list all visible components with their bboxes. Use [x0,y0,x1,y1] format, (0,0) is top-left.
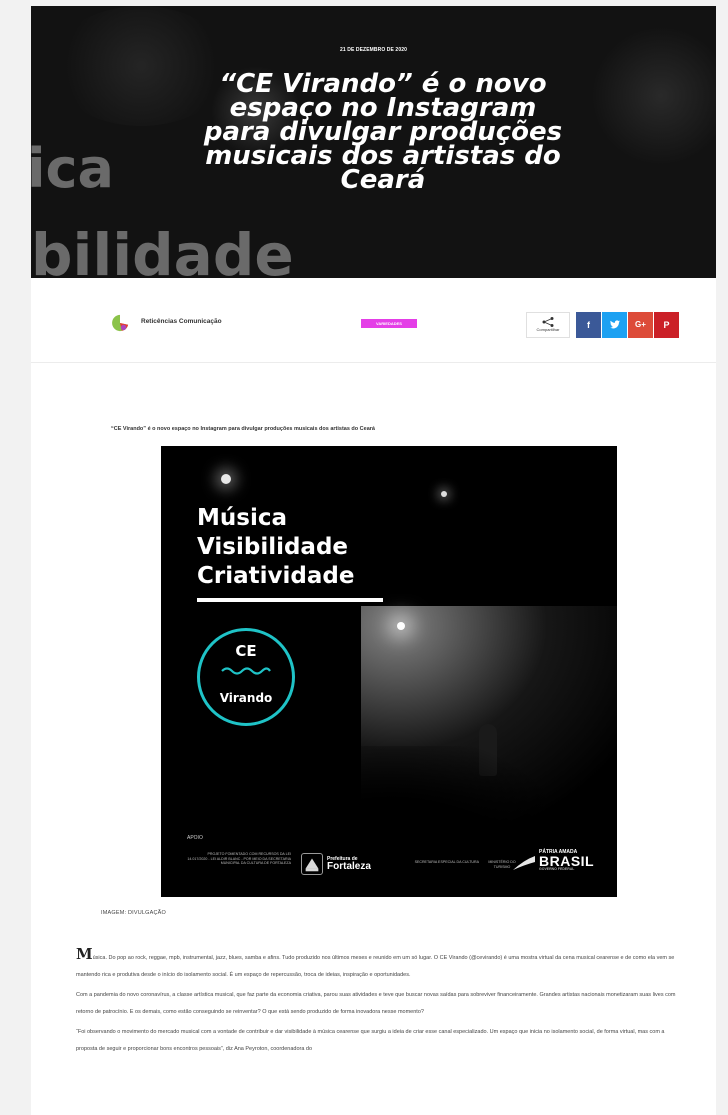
author-avatar-icon[interactable] [111,314,129,332]
paragraph-text: úsica. Do pop ao rock, reggae, mpb, inst… [76,955,675,978]
poster-line: Visibilidade [197,534,349,560]
prefeitura-logo: Prefeitura de Fortaleza [327,856,371,872]
drop-cap: M [76,945,93,963]
paragraph: “Foi observando o movimento do mercado m… [76,1029,665,1052]
hero-background-word: bilidade [31,221,294,278]
category-badge[interactable]: VARIEDADES [361,319,417,328]
patria-name: BRASIL [539,853,595,869]
poster-underline [197,598,383,602]
crowd-silhouette [161,746,617,897]
governo-federal-logo: PÁTRIA AMADA BRASIL GOVERNO FEDERAL [539,849,594,871]
wave-icon [221,667,271,675]
article-page: ica bilidade 21 DE DEZEMBRO DE 2020 “CE … [31,6,716,1115]
stage-light [221,474,231,484]
author-link[interactable]: Reticências Comunicação [141,318,222,325]
article-image[interactable]: Música Visibilidade Criatividade CE Vira… [161,446,617,897]
image-caption: IMAGEM: DIVULGAÇÃO [101,910,167,916]
stage-light [441,491,447,497]
hero-background-word: ica [31,137,114,200]
article-headline: “CE Virando” é o novo espaço no Instagra… [111,426,375,432]
post-date: 21 DE DEZEMBRO DE 2020 [340,47,407,53]
paragraph: Música. Do pop ao rock, reggae, mpb, ins… [76,946,681,983]
prefeitura-name: Fortaleza [327,861,371,872]
google-plus-icon: G+ [635,320,646,329]
post-meta-bar: Reticências Comunicação VARIEDADES Compa… [31,278,716,363]
poster-headline: Música Visibilidade Criatividade [197,504,354,591]
facebook-icon: f [587,320,590,330]
article-body: Música. Do pop ao rock, reggae, mpb, ins… [76,946,681,1061]
paragraph: Com a pandemia do novo coronavírus, a cl… [76,992,676,1015]
city-emblem-icon [301,853,323,875]
google-plus-share-button[interactable]: G+ [628,312,653,338]
hero-banner: ica bilidade 21 DE DEZEMBRO DE 2020 “CE … [31,6,716,278]
stage-light [397,622,405,630]
pinterest-share-button[interactable]: P [654,312,679,338]
share-label: Compartilhar [536,327,560,332]
secretaria-label: SECRETARIA ESPECIAL DA CULTURA [414,860,479,864]
twitter-share-button[interactable] [602,312,627,338]
brasil-flag-icon [513,856,535,870]
logo-text-bottom: Virando [219,691,273,705]
share-icon [542,317,554,327]
poster-line: Criatividade [197,563,355,589]
facebook-share-button[interactable]: f [576,312,601,338]
twitter-icon [609,320,620,329]
support-label: APOIO [187,835,203,841]
pinterest-icon: P [663,320,670,330]
share-button[interactable]: Compartilhar [526,312,570,338]
post-title: “CE Virando” é o novo espaço no Instagra… [203,69,563,195]
funding-credit: PROJETO FOMENTADO COM RECURSOS DA LEI 14… [187,852,291,866]
logo-text-top: CE [235,642,257,660]
poster-line: Música [197,505,287,531]
